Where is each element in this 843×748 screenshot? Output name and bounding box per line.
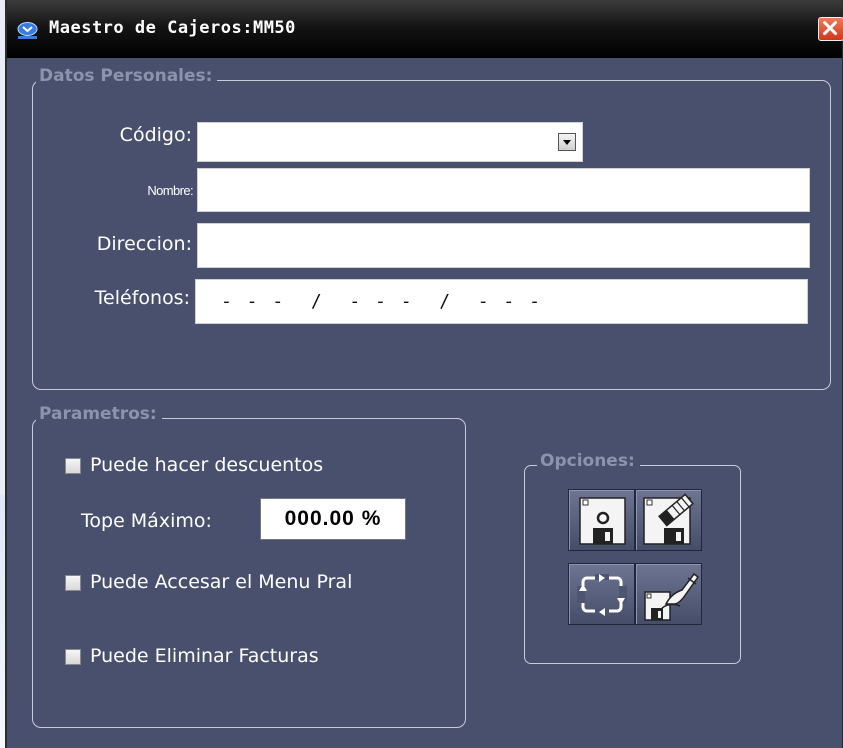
opciones-legend: Opciones: <box>537 451 640 471</box>
tope-maximo-input[interactable]: 000.00 % <box>260 498 406 540</box>
eraser-icon <box>643 493 694 545</box>
tope-maximo-label: Tope Máximo: <box>81 510 212 532</box>
nombre-field[interactable] <box>197 168 810 212</box>
descuentos-label[interactable]: Puede hacer descuentos <box>90 454 323 476</box>
direccion-label: Direccion: <box>96 233 192 255</box>
menu-pral-checkbox[interactable] <box>65 575 81 591</box>
datos-personales-legend: Datos Personales: <box>36 66 218 86</box>
app-icon <box>17 22 38 39</box>
close-icon <box>823 21 838 36</box>
parametros-legend: Parametros: <box>36 404 162 424</box>
refresh-icon <box>577 574 627 616</box>
edit-icon <box>644 572 700 621</box>
descuentos-checkbox[interactable] <box>65 458 81 474</box>
chevron-down-icon[interactable] <box>558 133 576 151</box>
menu-pral-label[interactable]: Puede Accesar el Menu Pral <box>90 571 352 593</box>
telefonos-field[interactable]: - - - / - - - / - - - <box>195 279 808 324</box>
window-title: Maestro de Cajeros:MM50 <box>49 18 296 38</box>
eliminar-facturas-label[interactable]: Puede Eliminar Facturas <box>90 645 319 667</box>
codigo-label: Código: <box>119 124 192 146</box>
nombre-label: Nombre: <box>147 183 193 198</box>
telefonos-label: Teléfonos: <box>94 287 190 309</box>
close-button[interactable] <box>818 17 843 41</box>
save-icon <box>579 497 626 545</box>
direccion-field[interactable] <box>197 223 810 268</box>
title-bar[interactable]: Maestro de Cajeros:MM50 <box>7 0 843 58</box>
clear-button[interactable] <box>635 489 702 551</box>
refresh-button[interactable] <box>568 563 635 625</box>
tope-maximo-value: 000.00 % <box>284 507 382 530</box>
save-button[interactable] <box>568 489 635 551</box>
codigo-combobox[interactable] <box>197 122 583 162</box>
telefonos-mask: - - - / - - - / - - - <box>221 291 542 312</box>
edit-button[interactable] <box>635 563 702 625</box>
dialog-window: Maestro de Cajeros:MM50 Datos Personales… <box>5 0 843 748</box>
eliminar-facturas-checkbox[interactable] <box>65 649 81 665</box>
